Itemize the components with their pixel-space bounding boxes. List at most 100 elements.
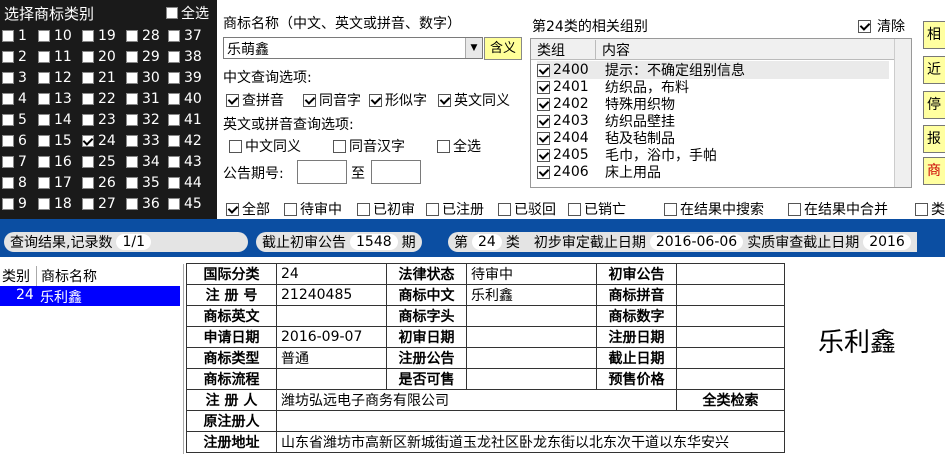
class-box-31[interactable] xyxy=(126,93,138,105)
class-checkbox-39[interactable]: 39 xyxy=(168,70,202,86)
class-box-7[interactable] xyxy=(2,156,14,168)
group-checkbox[interactable] xyxy=(537,165,550,179)
class-box-3[interactable] xyxy=(2,72,14,84)
class-checkbox-35[interactable]: 35 xyxy=(126,175,160,191)
group-list-scrollbar[interactable] xyxy=(894,39,911,187)
cn-option-homophone[interactable]: 同音字 xyxy=(303,90,361,110)
class-checkbox-27[interactable]: 27 xyxy=(82,196,116,212)
class-box-19[interactable] xyxy=(82,30,94,42)
issue-to-input[interactable] xyxy=(371,160,421,184)
checkbox-cn-synonym[interactable] xyxy=(229,139,242,153)
class-box-18[interactable] xyxy=(38,198,50,210)
class-checkbox-42[interactable]: 42 xyxy=(168,133,202,149)
class-box-27[interactable] xyxy=(82,198,94,210)
class-checkbox-31[interactable]: 31 xyxy=(126,91,160,107)
trademark-button[interactable]: 商 xyxy=(923,157,945,185)
class-checkbox-26[interactable]: 26 xyxy=(82,175,116,191)
class-box-10[interactable] xyxy=(38,30,50,42)
group-checkbox[interactable] xyxy=(537,114,550,128)
class-checkbox-38[interactable]: 38 xyxy=(168,49,202,65)
class-checkbox-21[interactable]: 21 xyxy=(82,70,116,86)
class-checkbox-8[interactable]: 8 xyxy=(2,175,27,191)
select-all-box[interactable] xyxy=(166,7,178,19)
class-checkbox-1[interactable]: 1 xyxy=(2,28,27,44)
class-box-24[interactable] xyxy=(82,135,94,147)
filter-merge-results[interactable]: 在结果中合并 xyxy=(788,199,888,219)
class-checkbox-10[interactable]: 10 xyxy=(38,28,72,44)
class-checkbox-30[interactable]: 30 xyxy=(126,70,160,86)
class-box-12[interactable] xyxy=(38,72,50,84)
filter-prelim-box[interactable] xyxy=(357,202,370,216)
similar-button[interactable]: 相 xyxy=(923,21,945,49)
class-checkbox-43[interactable]: 43 xyxy=(168,154,202,170)
class-checkbox-25[interactable]: 25 xyxy=(82,154,116,170)
class-checkbox-17[interactable]: 17 xyxy=(38,175,72,191)
class-checkbox-33[interactable]: 33 xyxy=(126,133,160,149)
class-box-36[interactable] xyxy=(126,198,138,210)
en-option-select-all[interactable]: 全选 xyxy=(437,136,481,156)
select-all-checkbox[interactable]: 全选 xyxy=(166,3,209,23)
class-checkbox-2[interactable]: 2 xyxy=(2,49,27,65)
all-class-search-link[interactable]: 全类检索 xyxy=(676,389,785,411)
checkbox-en-synonym[interactable] xyxy=(438,93,451,107)
class-box-43[interactable] xyxy=(168,156,180,168)
filter-class-box[interactable] xyxy=(915,202,928,216)
class-checkbox-45[interactable]: 45 xyxy=(168,196,202,212)
group-checkbox[interactable] xyxy=(537,63,550,77)
class-checkbox-40[interactable]: 40 xyxy=(168,91,202,107)
class-checkbox-36[interactable]: 36 xyxy=(126,196,160,212)
filter-registered-box[interactable] xyxy=(426,202,439,216)
class-box-11[interactable] xyxy=(38,51,50,63)
class-checkbox-6[interactable]: 6 xyxy=(2,133,27,149)
class-checkbox-23[interactable]: 23 xyxy=(82,112,116,128)
class-box-17[interactable] xyxy=(38,177,50,189)
class-checkbox-15[interactable]: 15 xyxy=(38,133,72,149)
class-checkbox-22[interactable]: 22 xyxy=(82,91,116,107)
class-box-28[interactable] xyxy=(126,30,138,42)
class-checkbox-44[interactable]: 44 xyxy=(168,175,202,191)
group-checkbox[interactable] xyxy=(537,131,550,145)
class-box-25[interactable] xyxy=(82,156,94,168)
class-checkbox-14[interactable]: 14 xyxy=(38,112,72,128)
class-box-34[interactable] xyxy=(126,156,138,168)
filter-class[interactable]: 类 xyxy=(915,199,945,219)
class-checkbox-37[interactable]: 37 xyxy=(168,28,202,44)
en-option-homophone-cn[interactable]: 同音汉字 xyxy=(333,136,405,156)
class-checkbox-32[interactable]: 32 xyxy=(126,112,160,128)
class-box-22[interactable] xyxy=(82,93,94,105)
near-button[interactable]: 近 xyxy=(923,56,945,84)
class-box-45[interactable] xyxy=(168,198,180,210)
class-box-40[interactable] xyxy=(168,93,180,105)
clear-checkbox[interactable]: 清除 xyxy=(858,16,905,36)
class-checkbox-18[interactable]: 18 xyxy=(38,196,72,212)
checkbox-pinyin[interactable] xyxy=(226,93,239,107)
class-box-39[interactable] xyxy=(168,72,180,84)
class-box-33[interactable] xyxy=(126,135,138,147)
class-checkbox-28[interactable]: 28 xyxy=(126,28,160,44)
class-box-16[interactable] xyxy=(38,156,50,168)
report-button[interactable]: 报 xyxy=(923,125,945,153)
chevron-down-icon[interactable]: ▼ xyxy=(465,38,482,58)
class-checkbox-16[interactable]: 16 xyxy=(38,154,72,170)
class-box-21[interactable] xyxy=(82,72,94,84)
group-row[interactable]: 2400 提示：不确定组别信息 xyxy=(537,61,889,79)
group-row[interactable]: 2406 床上用品 xyxy=(537,163,661,181)
class-checkbox-12[interactable]: 12 xyxy=(38,70,72,86)
class-box-5[interactable] xyxy=(2,114,14,126)
class-checkbox-19[interactable]: 19 xyxy=(82,28,116,44)
filter-rejected-box[interactable] xyxy=(498,202,511,216)
class-box-38[interactable] xyxy=(168,51,180,63)
filter-prelim[interactable]: 已初审 xyxy=(357,199,415,219)
class-box-1[interactable] xyxy=(2,30,14,42)
class-checkbox-7[interactable]: 7 xyxy=(2,154,27,170)
en-option-cn-synonym[interactable]: 中文同义 xyxy=(229,136,301,156)
filter-all-box[interactable] xyxy=(226,202,239,216)
group-checkbox[interactable] xyxy=(537,148,550,162)
class-box-41[interactable] xyxy=(168,114,180,126)
clear-box[interactable] xyxy=(858,19,871,33)
class-checkbox-41[interactable]: 41 xyxy=(168,112,202,128)
filter-cancelled[interactable]: 已销亡 xyxy=(568,199,626,219)
class-checkbox-11[interactable]: 11 xyxy=(38,49,72,65)
class-checkbox-4[interactable]: 4 xyxy=(2,91,27,107)
filter-pending-box[interactable] xyxy=(284,202,297,216)
